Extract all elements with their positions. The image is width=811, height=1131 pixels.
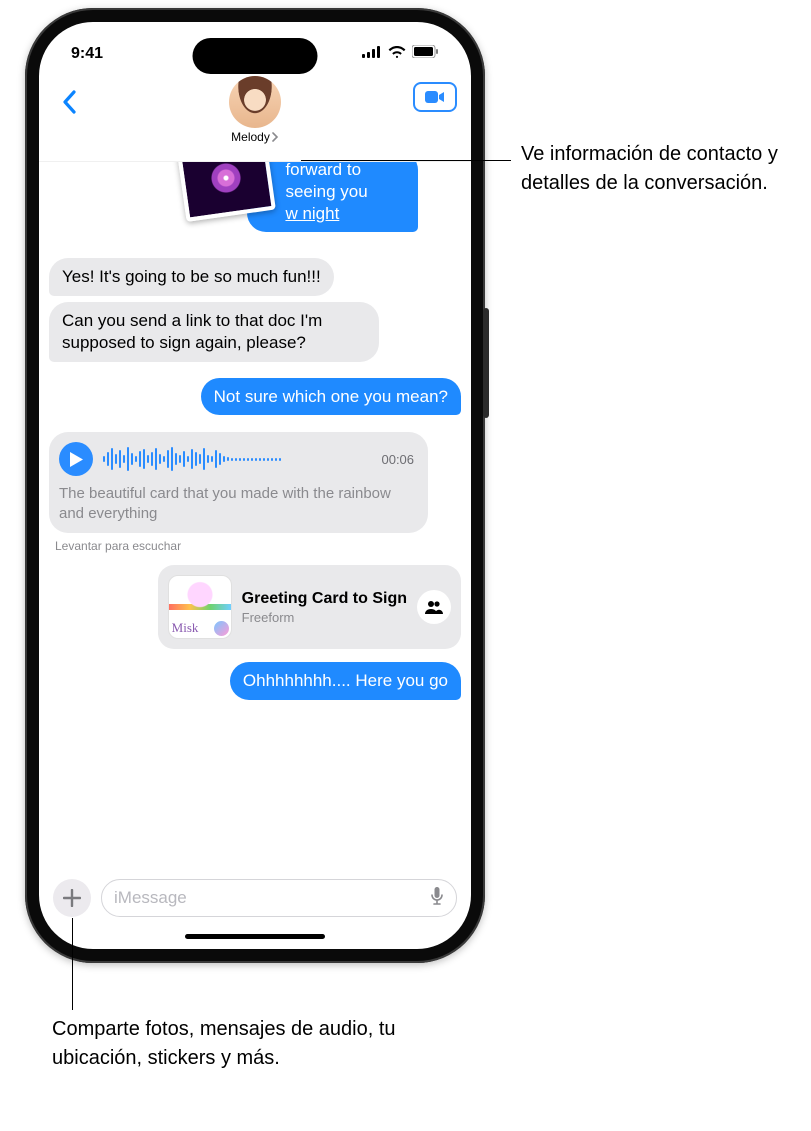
message-text: Can you send a link to that doc I'm supp…: [62, 311, 322, 352]
chevron-right-icon: [272, 132, 279, 142]
message-placeholder: iMessage: [114, 888, 187, 908]
incoming-message[interactable]: Yes! It's going to be so much fun!!!: [49, 258, 334, 296]
screen: 9:41 Melody: [39, 22, 471, 949]
battery-icon: [412, 45, 439, 63]
message-text: Not sure which one you mean?: [214, 387, 448, 406]
message-text: Yes! It's going to be so much fun!!!: [62, 267, 321, 286]
callout-contact-info: Ve información de contacto y detalles de…: [521, 140, 811, 198]
iphone-device-frame: 9:41 Melody: [25, 8, 485, 963]
compose-bar: iMessage: [39, 879, 471, 917]
callout-leader-line: [72, 918, 73, 1010]
dictation-icon[interactable]: [430, 886, 444, 911]
card-title: Greeting Card to Sign: [242, 589, 407, 608]
message-text: Ohhhhhhhh.... Here you go: [243, 671, 448, 690]
status-time: 9:41: [71, 45, 103, 63]
callout-leader-line: [301, 160, 511, 161]
incoming-audio-message[interactable]: 00:06 The beautiful card that you made w…: [49, 432, 428, 533]
plus-icon: [63, 889, 81, 907]
play-button[interactable]: [59, 442, 93, 476]
add-attachment-button[interactable]: [53, 879, 91, 917]
wifi-icon: [388, 45, 406, 63]
audio-duration: 00:06: [381, 452, 414, 467]
shared-document-card[interactable]: Misk Greeting Card to Sign Freeform: [158, 565, 461, 649]
outgoing-photo-message[interactable]: forward to seeing you w night: [247, 162, 461, 235]
shared-with-icon: [417, 590, 451, 624]
audio-transcript: The beautiful card that you made with th…: [59, 484, 414, 523]
dynamic-island: [193, 38, 318, 74]
messages-scroll[interactable]: forward to seeing you w night Yes! It's …: [39, 162, 471, 863]
card-artwork-text: Misk: [172, 620, 199, 636]
conversation-header: Melody: [39, 76, 471, 162]
avatar: [229, 76, 281, 128]
card-thumbnail: Misk: [168, 575, 232, 639]
raise-to-listen-hint: Levantar para escuchar: [55, 539, 461, 553]
contact-name-label: Melody: [231, 130, 270, 144]
callout-attachments: Comparte fotos, mensajes de audio, tu ub…: [52, 1015, 412, 1073]
contact-button[interactable]: Melody: [39, 76, 471, 144]
cellular-icon: [362, 45, 382, 63]
side-button: [483, 308, 489, 418]
message-text: forward to seeing you: [285, 162, 367, 201]
card-subtitle: Freeform: [242, 610, 407, 625]
message-input[interactable]: iMessage: [101, 879, 457, 917]
incoming-message[interactable]: Can you send a link to that doc I'm supp…: [49, 302, 379, 362]
home-indicator[interactable]: [185, 934, 325, 939]
outgoing-message[interactable]: Ohhhhhhhh.... Here you go: [230, 662, 461, 700]
facetime-button[interactable]: [413, 82, 457, 112]
audio-waveform: [103, 445, 371, 473]
freeform-badge-icon: [214, 621, 229, 636]
message-text: w night: [285, 204, 339, 223]
outgoing-message[interactable]: Not sure which one you mean?: [201, 378, 461, 416]
